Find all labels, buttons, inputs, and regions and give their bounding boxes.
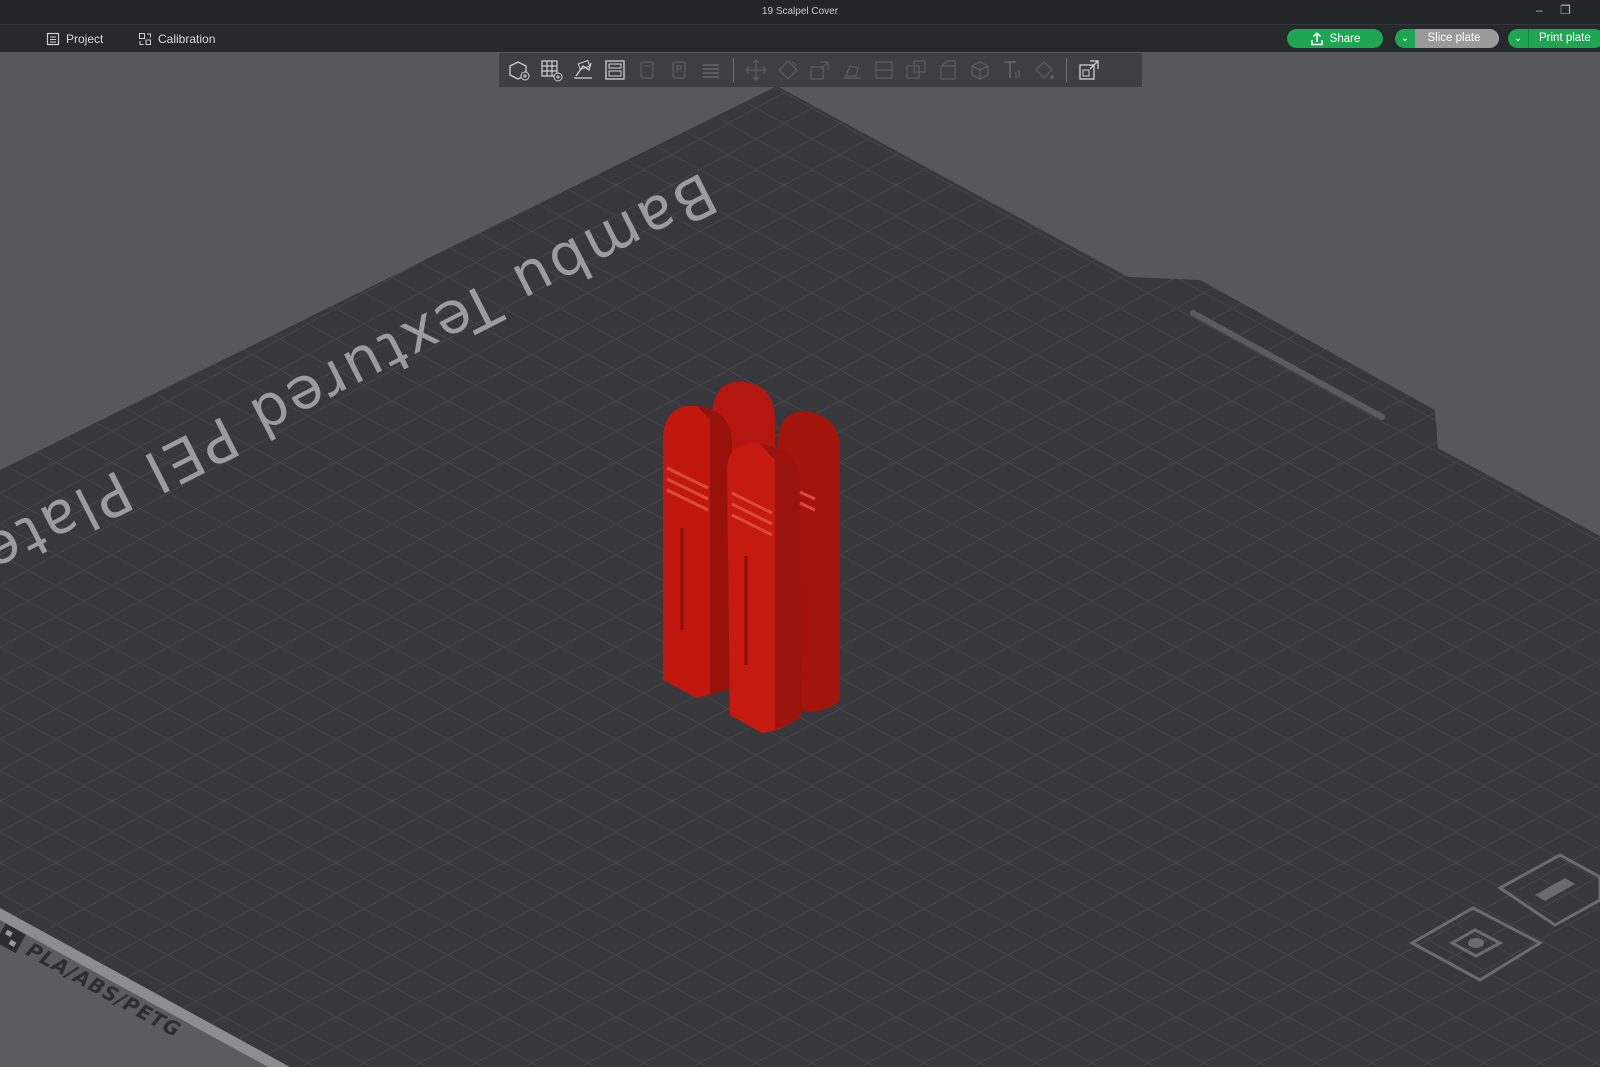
title-bar: 19 Scalpel Cover – ❐ <box>0 0 1600 25</box>
add-object-icon <box>509 61 530 81</box>
mesh-boolean-icon <box>971 61 989 80</box>
lay-on-face-icon <box>843 65 861 79</box>
mesh-boolean-button[interactable] <box>964 55 996 85</box>
scale-button[interactable] <box>804 55 836 85</box>
split-objects-button[interactable] <box>631 55 663 85</box>
split-objects-icon <box>640 61 654 79</box>
layers-icon <box>703 64 719 78</box>
share-label: Share <box>1329 32 1361 45</box>
arrange-button[interactable] <box>599 55 631 85</box>
assembly-view-button[interactable] <box>1073 55 1105 85</box>
move-button[interactable] <box>740 55 772 85</box>
scalpel-cover-model[interactable] <box>663 381 840 733</box>
slice-plate-button[interactable]: ⌄ Slice plate <box>1395 29 1499 48</box>
auto-orient-button[interactable] <box>567 55 599 85</box>
project-label: Project <box>66 32 104 46</box>
text-tool-button[interactable] <box>996 55 1028 85</box>
calibration-tab[interactable]: Calibration <box>138 31 215 47</box>
share-button[interactable]: Share <box>1287 29 1383 48</box>
toolbar-separator <box>1066 58 1067 82</box>
cut-button[interactable] <box>868 55 900 85</box>
share-icon <box>1310 31 1323 45</box>
toolbar-separator <box>733 58 734 82</box>
slice-dropdown-chevron-icon[interactable]: ⌄ <box>1395 33 1415 44</box>
support-paint-button[interactable] <box>900 55 932 85</box>
grid-add-icon <box>541 60 563 82</box>
menu-bar: Project Calibration Share ⌄ Slice plate … <box>0 25 1600 52</box>
calibration-icon <box>139 33 151 45</box>
seam-paint-icon <box>940 60 956 80</box>
cut-icon <box>874 61 894 79</box>
scale-icon <box>810 61 829 80</box>
auto-orient-icon <box>574 59 592 79</box>
window-title: 19 Scalpel Cover <box>761 6 839 17</box>
assembly-view-icon <box>1079 60 1099 80</box>
text-icon <box>1004 61 1020 78</box>
3d-viewport[interactable]: Bambu Textured PEI Plate PLA/ABS/PETG <box>0 52 1600 1067</box>
minimize-icon[interactable]: – <box>1536 3 1543 17</box>
slice-plate-label: Slice plate <box>1415 29 1499 48</box>
print-plate-button[interactable]: ⌄ Print plate <box>1508 29 1600 48</box>
support-paint-icon <box>906 60 926 79</box>
add-plate-button[interactable] <box>535 55 567 85</box>
color-paint-button[interactable] <box>1028 55 1060 85</box>
arrange-icon <box>605 60 625 80</box>
split-parts-icon <box>672 61 686 79</box>
build-plate-scene <box>0 86 1600 1067</box>
print-dropdown-chevron-icon[interactable]: ⌄ <box>1508 33 1528 44</box>
lay-on-face-button[interactable] <box>836 55 868 85</box>
rotate-icon <box>778 60 798 80</box>
split-parts-button[interactable] <box>663 55 695 85</box>
seam-paint-button[interactable] <box>932 55 964 85</box>
restore-icon[interactable]: ❐ <box>1560 3 1571 17</box>
main-toolbar <box>499 53 1142 87</box>
print-plate-label: Print plate <box>1528 29 1591 48</box>
color-paint-icon <box>1035 61 1054 79</box>
layers-button[interactable] <box>695 55 727 85</box>
move-icon <box>745 59 767 81</box>
project-icon <box>46 32 60 46</box>
rotate-button[interactable] <box>772 55 804 85</box>
calibration-label: Calibration <box>158 32 216 46</box>
add-object-button[interactable] <box>503 55 535 85</box>
project-tab[interactable]: Project <box>46 31 103 47</box>
